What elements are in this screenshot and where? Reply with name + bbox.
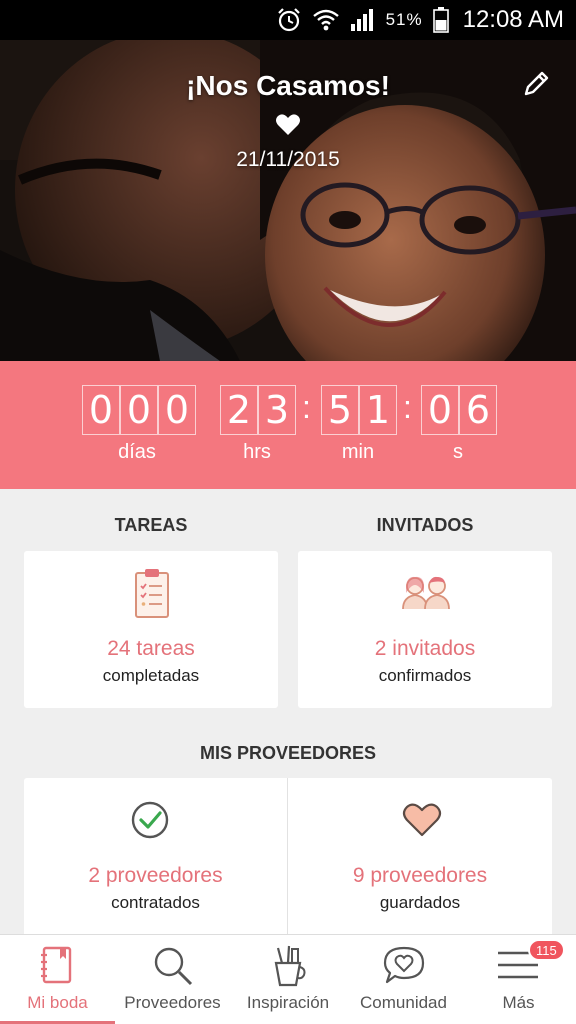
app-screen: 51% 12:08 AM ¡Nos Casamos! 21/11/2015 0 …: [0, 0, 576, 1024]
notifications-badge: 115: [528, 939, 565, 961]
battery-percent: 51%: [385, 10, 423, 29]
nav-proveedores-label: Proveedores: [124, 993, 221, 1012]
countdown-digits: 0 0 0 2 3 : 5 1 : 0 6: [0, 385, 576, 437]
guests-count: 2 invitados: [374, 637, 476, 660]
colon-separator: :: [403, 389, 412, 425]
nav-inspiracion-label: Inspiración: [246, 993, 330, 1012]
vendors-hired-count: 2 proveedores: [88, 864, 223, 887]
days-digit-2: 0: [120, 385, 158, 435]
days-label: días: [118, 441, 156, 463]
nav-comunidad[interactable]: Comunidad: [346, 935, 461, 1024]
status-bar: 51% 12:08 AM: [0, 0, 576, 40]
hero-title: ¡Nos Casamos!: [186, 70, 390, 101]
vendors-heading: MIS PROVEEDORES: [199, 743, 377, 763]
vendors-card: 2 proveedores contratados 9 proveedores …: [24, 778, 552, 938]
tasks-count: 24 tareas: [107, 637, 195, 660]
seconds-digit-1: 0: [421, 385, 459, 435]
notebook-icon: [41, 946, 72, 984]
nav-comunidad-label: Comunidad: [360, 993, 447, 1012]
vendors-hired-tile[interactable]: 2 proveedores contratados: [24, 778, 287, 938]
guests-couple-icon: [402, 576, 450, 610]
clipboard-checklist-icon: [135, 569, 169, 618]
guests-heading: INVITADOS: [376, 515, 474, 535]
nav-mas-label: Más: [502, 993, 535, 1012]
edit-pencil-icon[interactable]: [522, 68, 552, 98]
wedding-date: 21/11/2015: [236, 148, 340, 171]
vendors-saved-sub: guardados: [379, 893, 461, 912]
alarm-icon: [276, 7, 302, 33]
vendors-saved-tile[interactable]: 9 proveedores guardados: [288, 778, 552, 938]
check-circle-icon: [131, 801, 169, 839]
tasks-card[interactable]: 24 tareas completadas: [24, 551, 278, 708]
hours-digit-2: 3: [258, 385, 296, 435]
nav-inspiracion[interactable]: Inspiración: [230, 935, 346, 1024]
heart-outline-icon: [402, 803, 442, 837]
days-digit-1: 0: [82, 385, 120, 435]
vendors-saved-count: 9 proveedores: [352, 864, 488, 887]
guests-card[interactable]: 2 invitados confirmados: [298, 551, 552, 708]
days-digit-3: 0: [158, 385, 196, 435]
hero-cover-photo[interactable]: ¡Nos Casamos! 21/11/2015: [0, 40, 576, 361]
heart-icon: [276, 114, 300, 135]
tasks-sub: completadas: [102, 666, 200, 685]
wifi-icon: [312, 8, 340, 32]
signal-icon: [350, 8, 376, 32]
minutes-digit-2: 1: [359, 385, 397, 435]
nav-mi-boda[interactable]: Mi boda: [0, 935, 115, 1024]
colon-separator: :: [302, 389, 311, 425]
search-icon: [154, 947, 193, 986]
bottom-nav: Mi boda Proveedores Inspiración Comunida…: [0, 934, 576, 1024]
hours-digit-1: 2: [220, 385, 258, 435]
tasks-heading: TAREAS: [114, 515, 188, 535]
seconds-label: s: [453, 441, 463, 463]
status-time: 12:08 AM: [462, 6, 564, 33]
battery-icon: [432, 7, 449, 33]
countdown-timer: 0 0 0 2 3 : 5 1 : 0 6 días hrs min s: [0, 361, 576, 489]
chat-heart-icon: [383, 946, 425, 984]
nav-proveedores[interactable]: Proveedores: [115, 935, 230, 1024]
hours-label: hrs: [243, 441, 271, 463]
guests-sub: confirmados: [378, 666, 472, 685]
seconds-digit-2: 6: [459, 385, 497, 435]
minutes-label: min: [341, 441, 375, 463]
nav-mi-boda-label: Mi boda: [27, 993, 88, 1012]
vendors-hired-sub: contratados: [111, 893, 200, 912]
minutes-digit-1: 5: [321, 385, 359, 435]
pencil-cup-icon: [274, 945, 306, 987]
